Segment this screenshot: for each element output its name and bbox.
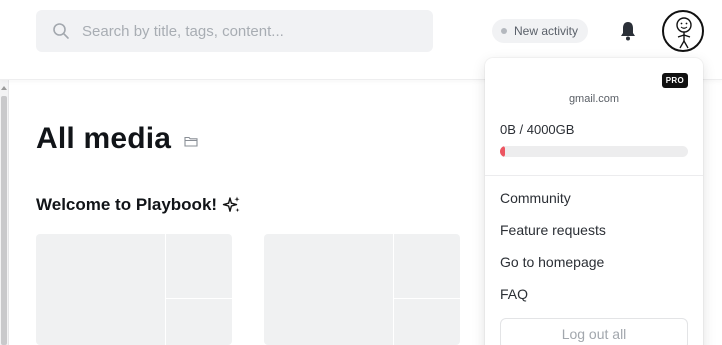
activity-dot-icon <box>501 28 507 34</box>
menu-divider <box>485 175 703 176</box>
scrollbar[interactable] <box>0 80 9 345</box>
search-box[interactable] <box>36 10 433 52</box>
section-title: Welcome to Playbook! <box>36 195 218 214</box>
new-activity-badge[interactable]: New activity <box>492 19 589 43</box>
storage-progress-fill <box>500 146 505 157</box>
sparkle-icon <box>222 196 240 213</box>
card-divider <box>393 234 394 345</box>
bell-icon[interactable] <box>619 20 637 42</box>
page-title: All media <box>36 122 172 155</box>
stick-figure-avatar-icon <box>676 17 692 49</box>
media-card[interactable] <box>36 234 232 345</box>
logout-all-button[interactable]: Log out all <box>500 318 688 345</box>
search-icon <box>53 23 69 39</box>
account-email: gmail.com <box>568 93 620 105</box>
menu-item-feature-requests[interactable]: Feature requests <box>500 222 606 238</box>
account-dropdown: PRO gmail.com 0B / 4000GB Community Feat… <box>485 58 703 345</box>
scrollbar-thumb[interactable] <box>1 96 7 345</box>
search-input[interactable] <box>82 22 412 40</box>
activity-label: New activity <box>514 24 579 38</box>
card-divider <box>393 298 460 299</box>
avatar[interactable] <box>662 10 704 52</box>
section-heading: Welcome to Playbook! <box>36 195 242 215</box>
pro-badge: PRO <box>661 73 688 88</box>
media-card[interactable] <box>264 234 460 345</box>
storage-progress-bar <box>500 146 688 157</box>
scroll-up-arrow[interactable] <box>1 86 7 90</box>
menu-item-faq[interactable]: FAQ <box>500 286 528 302</box>
storage-usage-label: 0B / 4000GB <box>500 122 575 137</box>
menu-item-homepage[interactable]: Go to homepage <box>500 254 604 270</box>
menu-item-community[interactable]: Community <box>500 190 571 206</box>
card-divider <box>165 298 232 299</box>
folder-icon[interactable] <box>184 135 198 147</box>
card-divider <box>165 234 166 345</box>
